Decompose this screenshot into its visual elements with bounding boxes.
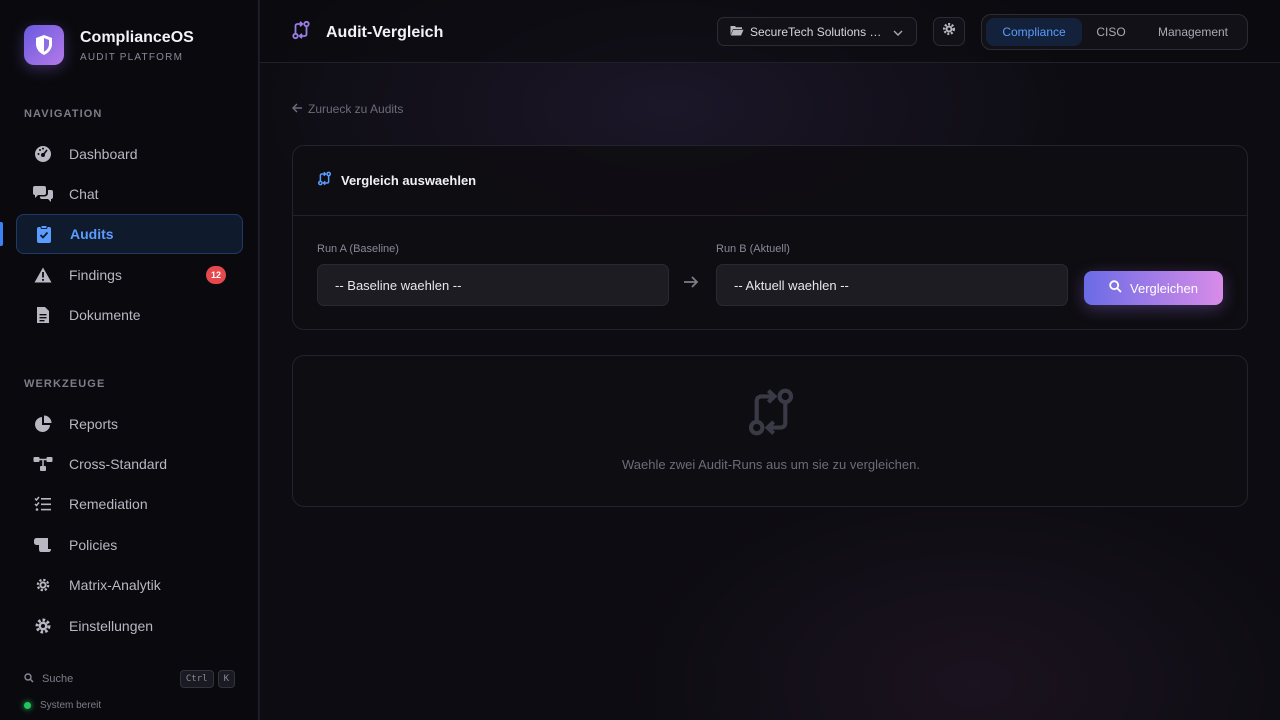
- search-icon: [24, 672, 34, 686]
- sidebar: ComplianceOS AUDIT PLATFORM NAVIGATION D…: [0, 0, 259, 720]
- settings-button[interactable]: [933, 17, 965, 46]
- sidebar-item-label: Dokumente: [69, 307, 141, 323]
- card-header: Vergleich auswaehlen: [293, 146, 1247, 216]
- tab-compliance[interactable]: Compliance: [986, 18, 1082, 46]
- gear-icon: [942, 22, 956, 41]
- sidebar-item-label: Einstellungen: [69, 618, 154, 634]
- sidebar-item-label: Cross-Standard: [69, 456, 168, 472]
- sidebar-item-einstellungen[interactable]: Einstellungen: [16, 606, 243, 646]
- back-to-audits-link[interactable]: Zurueck zu Audits: [291, 102, 404, 116]
- sidebar-item-label: Policies: [69, 537, 118, 553]
- brand-subtitle: AUDIT PLATFORM: [80, 51, 184, 63]
- main-content: Audit-Vergleich SecureTech Solutions Gmb…: [260, 0, 1280, 720]
- search-icon: [1109, 280, 1122, 296]
- topbar: Audit-Vergleich SecureTech Solutions Gmb…: [260, 0, 1280, 63]
- active-indicator: [0, 222, 3, 246]
- compare-button-label: Vergleichen: [1130, 280, 1198, 296]
- compare-icon: [291, 20, 311, 45]
- shortcut-hint: Ctrl K: [179, 670, 235, 688]
- sidebar-item-label: Remediation: [69, 496, 148, 512]
- nav-section-label: NAVIGATION: [24, 108, 103, 120]
- run-a-select[interactable]: -- Baseline waehlen --: [317, 264, 669, 306]
- brand-title: ComplianceOS: [80, 28, 194, 46]
- settings-icon: [32, 615, 54, 637]
- scroll-icon: [32, 534, 54, 556]
- chevron-down-icon: [893, 25, 903, 39]
- network-icon: [32, 453, 54, 475]
- compare-button[interactable]: Vergleichen: [1084, 271, 1223, 305]
- status-dot-icon: [24, 702, 31, 709]
- sidebar-item-chat[interactable]: Chat: [16, 174, 243, 214]
- sidebar-item-findings[interactable]: Findings 12: [16, 255, 243, 295]
- pie-chart-icon: [32, 413, 54, 435]
- brand[interactable]: ComplianceOS AUDIT PLATFORM: [24, 25, 194, 65]
- system-status: System bereit: [24, 700, 101, 711]
- empty-state-card: Waehle zwei Audit-Runs aus um sie zu ver…: [292, 355, 1248, 507]
- arrow-left-icon: [291, 102, 303, 116]
- back-link-label: Zurueck zu Audits: [308, 102, 404, 116]
- sidebar-item-audits[interactable]: Audits: [16, 214, 243, 254]
- tools-section-label: WERKZEUGE: [24, 378, 106, 390]
- status-text: System bereit: [40, 700, 102, 711]
- sidebar-item-label: Chat: [69, 186, 99, 202]
- role-switcher: Compliance CISO Management: [981, 14, 1248, 50]
- clipboard-check-icon: [33, 223, 55, 245]
- card-title: Vergleich auswaehlen: [341, 173, 477, 188]
- run-b-label: Run B (Aktuell): [716, 243, 790, 255]
- sidebar-item-matrix-analytik[interactable]: Matrix-Analytik: [16, 565, 243, 605]
- findings-count-badge: 12: [205, 266, 226, 284]
- sidebar-item-policies[interactable]: Policies: [16, 525, 243, 565]
- warning-icon: [32, 264, 54, 286]
- sidebar-item-label: Audits: [70, 226, 114, 242]
- shield-icon: [24, 25, 64, 65]
- gear-icon: [32, 574, 54, 596]
- kbd-ctrl: Ctrl: [179, 670, 214, 688]
- document-icon: [32, 304, 54, 326]
- checklist-icon: [32, 493, 54, 515]
- dashboard-icon: [32, 143, 54, 165]
- sidebar-item-remediation[interactable]: Remediation: [16, 484, 243, 524]
- sidebar-item-reports[interactable]: Reports: [16, 404, 243, 444]
- arrow-right-icon: [683, 275, 699, 294]
- tenant-select[interactable]: SecureTech Solutions GmbH: [717, 17, 917, 46]
- chat-icon: [32, 183, 54, 205]
- sidebar-item-label: Findings: [69, 267, 122, 283]
- tab-management[interactable]: Management: [1140, 18, 1246, 46]
- compare-icon: [317, 171, 332, 191]
- run-b-select[interactable]: -- Aktuell waehlen --: [716, 264, 1068, 306]
- compare-icon: [745, 386, 797, 443]
- comparison-selection-card: Vergleich auswaehlen Run A (Baseline) --…: [292, 145, 1248, 330]
- sidebar-item-cross-standard[interactable]: Cross-Standard: [16, 444, 243, 484]
- sidebar-item-label: Matrix-Analytik: [69, 577, 161, 593]
- tab-ciso[interactable]: CISO: [1082, 18, 1140, 46]
- sidebar-item-label: Dashboard: [69, 146, 138, 162]
- page-header: Audit-Vergleich: [291, 20, 443, 45]
- search-label: Suche: [42, 673, 74, 685]
- kbd-k: K: [217, 670, 235, 688]
- page-title: Audit-Vergleich: [326, 23, 444, 41]
- sidebar-search[interactable]: Suche Ctrl K: [24, 670, 235, 688]
- sidebar-item-dashboard[interactable]: Dashboard: [16, 134, 243, 174]
- tenant-name: SecureTech Solutions GmbH: [750, 24, 885, 39]
- empty-state-text: Waehle zwei Audit-Runs aus um sie zu ver…: [622, 457, 920, 472]
- sidebar-item-label: Reports: [69, 416, 119, 432]
- folder-open-icon: [730, 25, 744, 39]
- run-a-label: Run A (Baseline): [317, 243, 399, 255]
- sidebar-item-dokumente[interactable]: Dokumente: [16, 295, 243, 335]
